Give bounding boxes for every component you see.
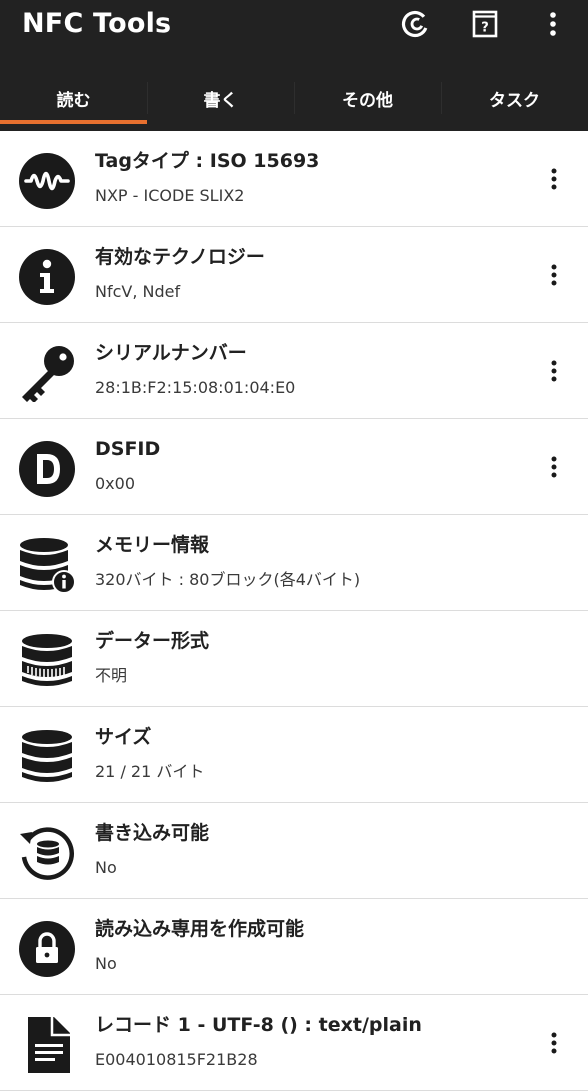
row-value: No xyxy=(95,954,117,973)
row-value: 不明 xyxy=(95,666,128,685)
row-value: 28:1B:F2:15:08:01:04:E0 xyxy=(95,378,296,397)
row-title: 読み込み専用を作成可能 xyxy=(95,918,305,940)
app-title: NFC Tools xyxy=(22,8,172,39)
list-item-tag-type[interactable]: Tagタイプ : ISO 15693 NXP - ICODE SLIX2 xyxy=(0,131,588,227)
app-bar: NFC Tools ? 読む 書く その他 タスク xyxy=(0,0,588,131)
row-title: シリアルナンバー xyxy=(95,342,247,364)
info-icon xyxy=(18,248,76,306)
row-overflow-menu-icon[interactable] xyxy=(542,1028,566,1058)
row-value: 320バイト : 80ブロック(各4バイト) xyxy=(95,570,361,589)
tab-bar: 読む 書く その他 タスク xyxy=(0,72,588,124)
row-title: メモリー情報 xyxy=(95,534,210,556)
tag-info-list: Tagタイプ : ISO 15693 NXP - ICODE SLIX2 有効な… xyxy=(0,131,588,1091)
row-overflow-menu-icon[interactable] xyxy=(542,260,566,290)
letter-d-icon xyxy=(18,440,76,498)
help-icon[interactable]: ? xyxy=(467,6,503,42)
list-item-size[interactable]: サイズ 21 / 21 バイト xyxy=(0,707,588,803)
list-item-record-1[interactable]: レコード 1 - UTF-8 () : text/plain E00401081… xyxy=(0,995,588,1091)
lock-icon xyxy=(18,920,76,978)
row-value: NfcV, Ndef xyxy=(95,282,181,301)
database-sync-icon xyxy=(18,824,76,882)
row-title: レコード 1 - UTF-8 () : text/plain xyxy=(95,1014,422,1036)
tab-other[interactable]: その他 xyxy=(294,72,441,124)
row-title: 書き込み可能 xyxy=(95,822,210,844)
row-overflow-menu-icon[interactable] xyxy=(542,452,566,482)
database-info-icon xyxy=(18,536,76,594)
active-tab-indicator xyxy=(0,120,147,124)
list-item-writable[interactable]: 書き込み可能 No xyxy=(0,803,588,899)
row-value: No xyxy=(95,858,117,877)
row-title: データー形式 xyxy=(95,630,210,652)
list-item-technologies[interactable]: 有効なテクノロジー NfcV, Ndef xyxy=(0,227,588,323)
svg-text:?: ? xyxy=(481,21,489,36)
key-icon xyxy=(18,344,76,402)
row-value: NXP - ICODE SLIX2 xyxy=(95,186,245,205)
list-item-read-only[interactable]: 読み込み専用を作成可能 No xyxy=(0,899,588,995)
list-item-data-format[interactable]: データー形式 不明 xyxy=(0,611,588,707)
tab-read[interactable]: 読む xyxy=(0,72,147,124)
row-value: 0x00 xyxy=(95,474,136,493)
coin-icon[interactable] xyxy=(397,6,433,42)
document-icon xyxy=(18,1016,76,1074)
row-overflow-menu-icon[interactable] xyxy=(542,356,566,386)
row-title: Tagタイプ : ISO 15693 xyxy=(95,150,320,172)
row-title: サイズ xyxy=(95,726,152,748)
list-item-serial-number[interactable]: シリアルナンバー 28:1B:F2:15:08:01:04:E0 xyxy=(0,323,588,419)
database-format-icon xyxy=(18,632,76,690)
list-item-dsfid[interactable]: DSFID 0x00 xyxy=(0,419,588,515)
tab-write[interactable]: 書く xyxy=(147,72,294,124)
row-title: DSFID xyxy=(95,438,161,460)
tag-wave-icon xyxy=(18,152,76,210)
row-value: 21 / 21 バイト xyxy=(95,762,205,781)
row-title: 有効なテクノロジー xyxy=(95,246,265,268)
row-overflow-menu-icon[interactable] xyxy=(542,164,566,194)
database-icon xyxy=(18,728,76,786)
row-value: E004010815F21B28 xyxy=(95,1050,258,1069)
tab-tasks[interactable]: タスク xyxy=(441,72,588,124)
overflow-menu-icon[interactable] xyxy=(535,6,571,42)
list-item-memory-info[interactable]: メモリー情報 320バイト : 80ブロック(各4バイト) xyxy=(0,515,588,611)
